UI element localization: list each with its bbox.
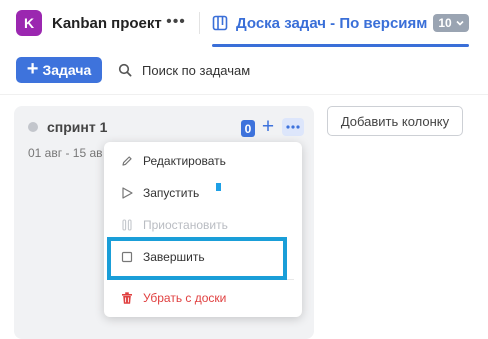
- more-horizontal-icon: [286, 125, 300, 129]
- add-task-label: Задача: [42, 62, 92, 78]
- column-dates: 01 авг - 15 ав: [28, 146, 103, 160]
- chevron-down-icon: [456, 20, 464, 26]
- toolbar-divider: [0, 94, 488, 95]
- board-count: 10: [438, 16, 452, 30]
- menu-item-edit[interactable]: Редактировать: [104, 147, 302, 175]
- add-column-button[interactable]: Добавить колонку: [327, 106, 463, 136]
- play-icon: [122, 187, 133, 199]
- board-tab-label: Доска задач - По версиям: [236, 14, 428, 32]
- menu-item-label: Запустить: [143, 186, 200, 200]
- menu-item-remove-from-board[interactable]: Убрать с доски: [104, 284, 302, 312]
- pencil-icon: [122, 156, 132, 166]
- project-avatar[interactable]: K: [16, 10, 42, 36]
- search-icon: [118, 63, 132, 77]
- project-name[interactable]: Kanban проект: [52, 15, 162, 32]
- column-more-button[interactable]: [282, 118, 304, 136]
- tab-board-by-versions[interactable]: Доска задач - По версиям 10: [212, 8, 469, 38]
- trash-icon: [122, 292, 132, 304]
- cursor-marker: [216, 183, 221, 191]
- board-count-badge[interactable]: 10: [433, 14, 469, 32]
- board-icon: [212, 15, 228, 31]
- task-search[interactable]: Поиск по задачам: [118, 60, 250, 80]
- search-placeholder: Поиск по задачам: [142, 62, 251, 78]
- plus-icon: +: [26, 58, 39, 80]
- column-status-dot: [28, 122, 38, 132]
- menu-item-label: Приостановить: [143, 218, 228, 232]
- project-more-button[interactable]: •••: [165, 10, 187, 34]
- column-context-menu: Редактировать Запустить Приостановить За…: [104, 142, 302, 317]
- menu-item-start[interactable]: Запустить: [104, 179, 302, 207]
- menu-item-pause: Приостановить: [104, 211, 302, 239]
- top-bar: K Kanban проект ••• Доска задач - По вер…: [0, 0, 488, 48]
- column-task-count: 0: [241, 120, 255, 137]
- add-task-button[interactable]: + Задача: [16, 57, 102, 83]
- column-title[interactable]: спринт 1: [47, 119, 107, 135]
- active-tab-indicator: [212, 44, 469, 47]
- pause-icon: [122, 219, 132, 231]
- highlight-box: [107, 237, 287, 280]
- column-add-task-button[interactable]: +: [259, 115, 277, 138]
- menu-item-label: Убрать с доски: [143, 291, 227, 305]
- menu-item-label: Редактировать: [143, 154, 226, 168]
- header-divider: [199, 12, 200, 34]
